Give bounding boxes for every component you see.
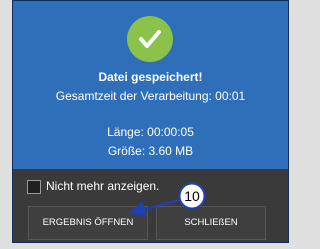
close-button[interactable]: SCHLIEßEN xyxy=(156,206,266,240)
open-result-button[interactable]: ERGEBNIS ÖFFNEN xyxy=(28,206,148,240)
check-icon xyxy=(127,16,173,62)
size-text: Größe: 3.60 MB xyxy=(107,144,194,158)
annotation-number: 10 xyxy=(184,188,200,204)
length-text: Länge: 00:00:05 xyxy=(107,125,194,139)
dialog-info-panel: Datei gespeichert! Gesamtzeit der Verarb… xyxy=(13,1,288,169)
total-time-text: Gesamtzeit der Verarbeitung: 00:01 xyxy=(55,89,246,103)
dont-show-again-label[interactable]: Nicht mehr anzeigen. xyxy=(46,179,159,194)
save-complete-dialog: Datei gespeichert! Gesamtzeit der Verarb… xyxy=(12,0,289,243)
dialog-footer: Nicht mehr anzeigen. ERGEBNIS ÖFFNEN SCH… xyxy=(13,169,288,242)
dialog-title: Datei gespeichert! xyxy=(98,70,203,84)
dont-show-again-checkbox[interactable] xyxy=(27,180,41,194)
